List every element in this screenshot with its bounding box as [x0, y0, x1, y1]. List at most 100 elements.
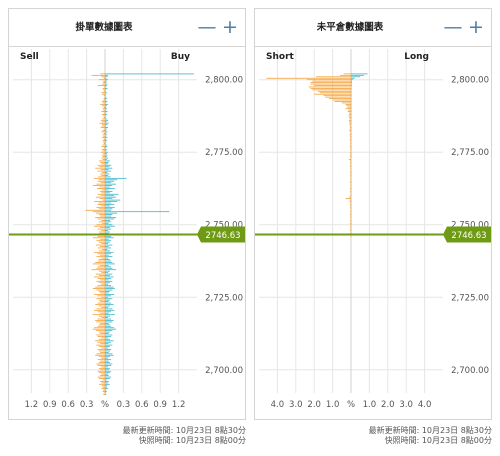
bar-buy [105, 347, 109, 349]
bar-short [266, 77, 351, 79]
bar-sell [101, 121, 105, 123]
bar-short [350, 163, 351, 165]
bar-sell [102, 391, 105, 392]
bar-short [350, 215, 351, 217]
bar-sell [103, 77, 105, 79]
footer-timestamps: 最新更新時間: 10月23日 8點30分 快照時間: 10月23日 8點00分 [254, 426, 492, 446]
bar-long [351, 121, 352, 123]
bar-short [350, 175, 351, 176]
bar-buy [105, 195, 115, 197]
bar-sell [98, 275, 105, 276]
bar-short [349, 140, 351, 142]
chart-svg: 2,800.002,775.002,750.002,725.002,700.00… [255, 49, 491, 410]
bar-buy [105, 115, 107, 117]
x-tick-label: 0.9 [153, 400, 167, 410]
bar-short [350, 204, 351, 205]
y-tick-label: 2,700.00 [451, 366, 489, 376]
bar-sell [96, 280, 105, 282]
bar-sell [93, 225, 105, 227]
bar-short [314, 93, 351, 95]
bar-sell [95, 217, 105, 218]
bar-short [349, 214, 351, 215]
bar-short [350, 176, 351, 178]
bar-sell [98, 378, 105, 379]
y-tick-label: 2,775.00 [205, 148, 243, 158]
bar-sell [97, 341, 105, 343]
zoom-in-button[interactable]: + [220, 17, 240, 37]
bar-buy [105, 336, 112, 337]
x-tick-label: 1.2 [25, 400, 39, 410]
bar-short [308, 86, 351, 88]
bar-short [349, 189, 351, 191]
panel-title: 掛單數據圖表 [75, 22, 133, 33]
bar-sell [101, 146, 105, 147]
bar-short [310, 83, 351, 85]
bar-sell [97, 247, 105, 249]
bar-sell [101, 131, 105, 133]
bar-short [349, 127, 351, 128]
bar-buy [105, 176, 111, 178]
order-book-panel: 2,800.00 2,775.00 2,750.00 2,725.00 2,700.00… [8, 8, 246, 420]
bar-sell [100, 312, 105, 314]
bar-sell [101, 219, 105, 221]
bar-buy [105, 205, 110, 207]
bar-sell [102, 199, 105, 201]
bar-sell [102, 88, 105, 89]
bar-short [349, 131, 351, 133]
bar-sell [100, 264, 105, 266]
bar-sell [97, 260, 105, 262]
bar-sell [102, 102, 105, 104]
bar-sell [97, 228, 105, 230]
bar-buy [105, 388, 109, 390]
bar-buy [105, 243, 109, 245]
bar-buy [105, 305, 110, 307]
bar-sell [98, 270, 105, 272]
bar-sell [100, 73, 105, 75]
bar-buy [105, 177, 127, 179]
bar-sell [103, 98, 105, 99]
bar-short [314, 85, 351, 86]
bar-sell [97, 311, 105, 313]
bar-buy [105, 73, 194, 75]
bar-buy [105, 275, 110, 276]
x-tick-label: 0.3 [80, 400, 94, 410]
last-update-time: 最新更新時間: 10月23日 8點30分 [122, 426, 246, 435]
bar-buy [105, 263, 115, 265]
x-tick-label: 2.0 [307, 400, 321, 410]
zoom-out-button[interactable]: — [443, 17, 463, 37]
bar-short [345, 198, 351, 200]
bar-sell [98, 346, 105, 347]
bar-buy [105, 173, 110, 175]
bar-sell [101, 83, 105, 85]
bar-buy [105, 386, 107, 388]
x-tick-label: 3.0 [399, 400, 413, 410]
bar-short [349, 124, 351, 126]
bar-short [319, 92, 351, 94]
bar-buy [105, 119, 109, 121]
bar-buy [105, 296, 109, 298]
bar-sell [97, 253, 105, 255]
bar-sell [101, 114, 105, 115]
bar-short [306, 79, 351, 81]
bar-buy [105, 180, 115, 182]
bar-long [351, 86, 352, 88]
bar-sell [98, 324, 105, 326]
bar-short [317, 90, 351, 92]
panel-title: 未平倉數據圖表 [316, 22, 384, 33]
bar-sell [101, 163, 105, 165]
bar-buy [105, 254, 109, 256]
bar-buy [105, 266, 112, 268]
bar-buy [105, 330, 113, 332]
bar-buy [105, 148, 107, 150]
bar-long [351, 77, 355, 79]
bar-buy [105, 318, 112, 320]
bar-buy [105, 77, 107, 79]
bar-short [348, 115, 351, 117]
zoom-in-button[interactable]: + [466, 17, 486, 37]
bar-buy [105, 301, 109, 303]
bar-sell [95, 286, 105, 288]
zoom-out-button[interactable]: — [197, 17, 217, 37]
bar-buy [105, 141, 107, 143]
bar-sell [102, 108, 105, 110]
bar-buy [105, 88, 108, 89]
